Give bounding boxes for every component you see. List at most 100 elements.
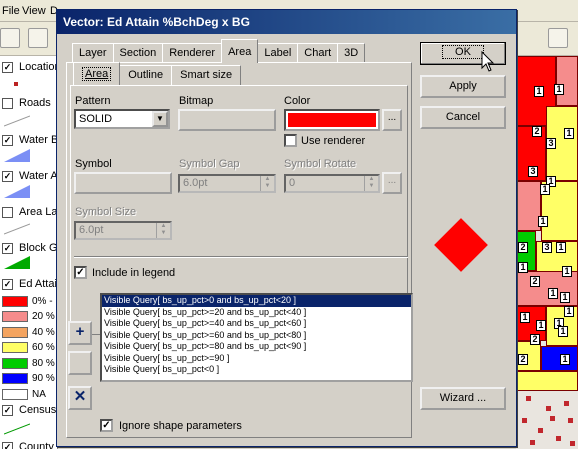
map-polygon: [556, 56, 578, 106]
map-block-label: 2: [532, 126, 542, 137]
color-label: Color: [284, 95, 311, 107]
symbol-label: Symbol: [75, 158, 112, 170]
menu-view[interactable]: View: [22, 5, 46, 17]
legend-layer-item[interactable]: ✓ Location: [2, 60, 58, 74]
query-list-item[interactable]: Visible Query[ bs_up_pct>=80 and bs_up_p…: [102, 341, 411, 353]
query-list-item[interactable]: Visible Query[ bs_up_pct>0 and bs_up_pct…: [102, 295, 411, 307]
color-swatch[interactable]: [284, 109, 380, 131]
symbol-size-spinner[interactable]: 6.0pt ▲ ▼: [74, 221, 172, 240]
include-in-legend-label: Include in legend: [92, 267, 176, 279]
toolbar-layer-icon[interactable]: [0, 28, 20, 48]
legend-layer-checkbox[interactable]: ✓: [2, 404, 13, 416]
map-block-label: 3: [528, 166, 538, 177]
blank-side-button[interactable]: [68, 351, 92, 375]
legend-layer-checkbox[interactable]: ✓: [2, 61, 13, 73]
menu-file[interactable]: File: [2, 5, 20, 17]
include-in-legend-checkbox[interactable]: ✓: [74, 266, 87, 279]
cancel-button[interactable]: Cancel: [420, 106, 506, 129]
ignore-shape-parameters-checkbox[interactable]: ✓: [100, 419, 113, 432]
legend-layer-item[interactable]: Roads: [2, 96, 51, 110]
legend-class-swatch: [2, 342, 28, 353]
map-point: [546, 406, 551, 411]
map-view[interactable]: 1123131112311211111212111: [516, 56, 578, 449]
toolbar-list-icon[interactable]: [28, 28, 48, 48]
map-block-label: 1: [558, 326, 568, 337]
tab-3d[interactable]: 3D: [337, 43, 366, 63]
legend-layer-checkbox[interactable]: [2, 206, 13, 218]
bitmap-button[interactable]: [178, 109, 276, 131]
subtab-outline[interactable]: Outline: [119, 65, 173, 85]
legend-layer-item[interactable]: ✓ County: [2, 440, 54, 449]
legend-symbol-icon: [4, 78, 30, 92]
tab-layer[interactable]: Layer: [72, 43, 114, 63]
query-list-item[interactable]: Visible Query[ bs_up_pct>=20 and bs_up_p…: [102, 307, 411, 319]
add-query-button[interactable]: +: [68, 321, 92, 345]
color-browse-button[interactable]: ...: [382, 109, 402, 131]
legend-layer-checkbox[interactable]: [2, 97, 13, 109]
apply-button[interactable]: Apply: [420, 75, 506, 98]
subtab-label: Outline: [128, 69, 164, 81]
dialog-tab-strip: Layer Section Renderer Area Label Chart 3D: [72, 39, 366, 63]
map-block-label: 3: [542, 242, 552, 253]
spinner-arrows-icon[interactable]: ▲ ▼: [156, 223, 170, 238]
query-list-item[interactable]: Visible Query[ bs_up_pct>=60 and bs_up_p…: [102, 330, 411, 342]
legend-layer-checkbox[interactable]: ✓: [2, 170, 13, 182]
query-list-item[interactable]: Visible Query[ bs_up_pct<0 ]: [102, 364, 411, 376]
map-point: [530, 440, 535, 445]
ok-button-label: OK: [442, 45, 484, 59]
spinner-arrows-icon[interactable]: ▲ ▼: [364, 176, 378, 191]
legend-layer-checkbox[interactable]: ✓: [2, 278, 13, 290]
tab-renderer[interactable]: Renderer: [162, 43, 223, 63]
map-block-label: 1: [560, 354, 570, 365]
legend-layer-item[interactable]: ✓ Water A: [2, 169, 57, 183]
query-list-item[interactable]: Visible Query[ bs_up_pct>=90 ]: [102, 353, 411, 365]
legend-layer-item[interactable]: ✓ Block G: [2, 241, 57, 255]
tab-chart[interactable]: Chart: [297, 43, 339, 63]
legend-class-item: 60 %: [2, 342, 55, 354]
legend-class-swatch: [2, 388, 28, 400]
map-block-label: 2: [518, 242, 528, 253]
symbol-rotate-browse-button[interactable]: ...: [382, 172, 402, 194]
legend-class-item: 20 %: [2, 311, 55, 323]
map-block-label: 2: [518, 354, 528, 365]
symbol-gap-spinner[interactable]: 6.0pt ▲ ▼: [178, 174, 276, 193]
symbol-gap-label: Symbol Gap: [179, 158, 240, 170]
legend-layer-checkbox[interactable]: ✓: [2, 242, 13, 254]
remove-query-button[interactable]: ✕: [68, 386, 92, 410]
legend-layer-item[interactable]: ✓ Ed Attain: [2, 277, 57, 291]
legend-layer-item[interactable]: Area La: [2, 205, 57, 219]
spinner-arrows-icon[interactable]: ▲ ▼: [260, 176, 274, 191]
symbol-rotate-spinner[interactable]: 0 ▲ ▼: [284, 174, 380, 193]
map-block-label: 1: [564, 306, 574, 317]
legend-layer-label: Location: [19, 61, 58, 73]
color-fill: [288, 113, 376, 127]
map-block-label: 2: [530, 276, 540, 287]
toolbar-window-icon[interactable]: [548, 28, 568, 48]
pattern-select[interactable]: SOLID ▼: [74, 109, 170, 129]
symbol-size-value: 6.0pt: [79, 224, 104, 236]
subtab-area[interactable]: Area: [73, 62, 121, 85]
subtab-smart-size[interactable]: Smart size: [171, 65, 242, 85]
legend-class-label: NA: [32, 388, 46, 400]
tab-section[interactable]: Section: [112, 43, 164, 63]
map-point: [564, 401, 569, 406]
legend-layer-checkbox[interactable]: ✓: [2, 441, 13, 449]
query-list-item[interactable]: Visible Query[ bs_up_pct>=40 and bs_up_p…: [102, 318, 411, 330]
wizard-button[interactable]: Wizard ...: [420, 387, 506, 410]
symbol-button[interactable]: [74, 172, 172, 194]
visible-query-list[interactable]: Visible Query[ bs_up_pct>0 and bs_up_pct…: [100, 293, 413, 382]
tab-label[interactable]: Label: [257, 43, 299, 63]
legend-symbol-icon: [4, 149, 30, 163]
legend-layer-checkbox[interactable]: ✓: [2, 134, 13, 146]
legend-symbol-icon: [4, 256, 30, 270]
chevron-down-icon[interactable]: ▼: [152, 111, 168, 127]
symbol-rotate-value: 0: [289, 177, 296, 189]
use-renderer-checkbox[interactable]: [284, 134, 297, 147]
map-block-label: 1: [538, 216, 548, 227]
tab-area[interactable]: Area: [221, 39, 259, 63]
legend-layer-item[interactable]: ✓ Water B: [2, 133, 57, 147]
legend-layer-item[interactable]: ✓ Census: [2, 403, 56, 417]
legend-symbol-icon: [3, 221, 31, 235]
legend-class-label: 0% -: [32, 295, 53, 307]
area-preview-swatch: [434, 218, 488, 272]
